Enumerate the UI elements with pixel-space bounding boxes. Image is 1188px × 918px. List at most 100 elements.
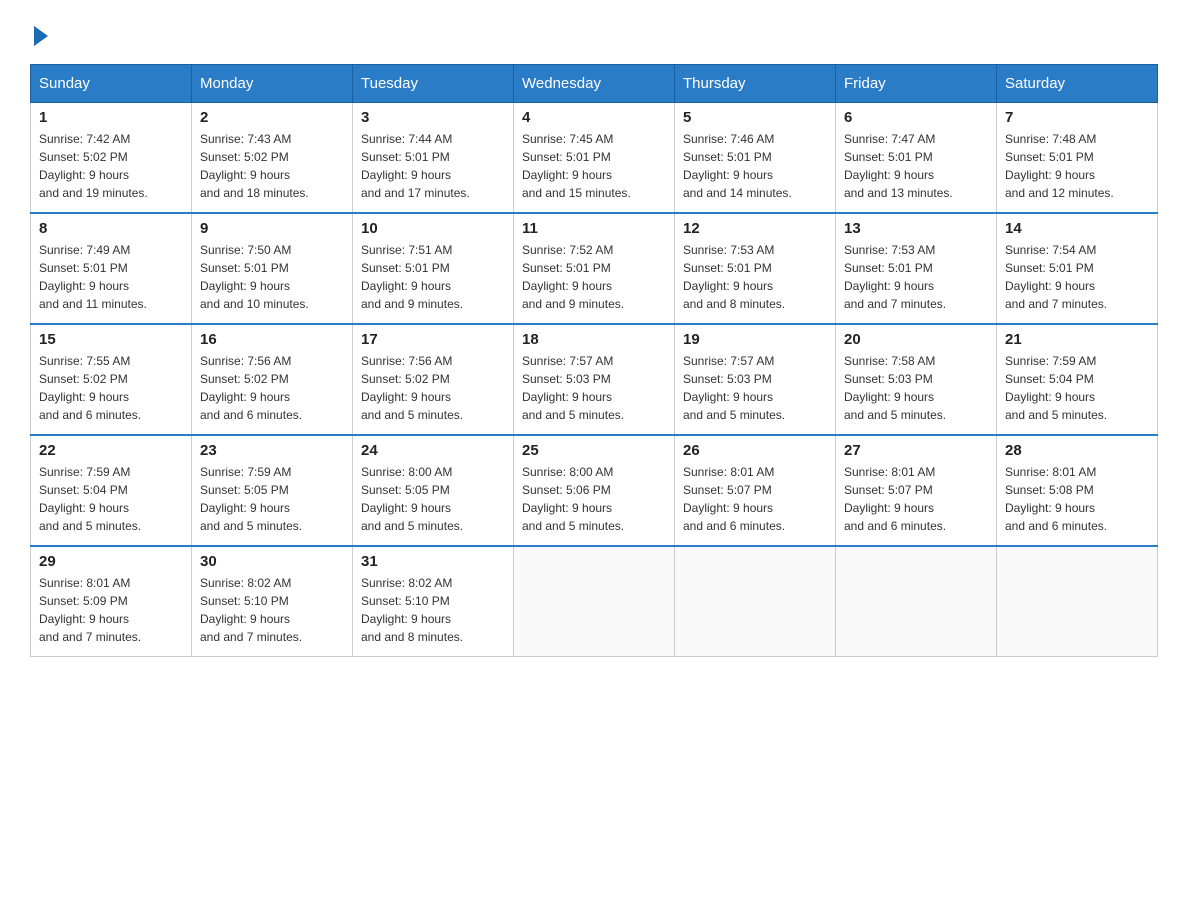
calendar-day-cell: 21 Sunrise: 7:59 AMSunset: 5:04 PMDayligh…	[997, 324, 1158, 435]
day-sun-info: Sunrise: 8:02 AMSunset: 5:10 PMDaylight:…	[200, 574, 344, 646]
day-number: 5	[683, 109, 827, 126]
calendar-day-cell: 18 Sunrise: 7:57 AMSunset: 5:03 PMDayligh…	[514, 324, 675, 435]
day-sun-info: Sunrise: 7:48 AMSunset: 5:01 PMDaylight:…	[1005, 130, 1149, 202]
weekday-header-friday: Friday	[836, 65, 997, 103]
day-sun-info: Sunrise: 7:57 AMSunset: 5:03 PMDaylight:…	[683, 352, 827, 424]
day-number: 18	[522, 331, 666, 348]
day-number: 22	[39, 442, 183, 459]
calendar-day-cell: 2Sunrise: 7:43 AMSunset: 5:02 PMDaylight…	[192, 103, 353, 214]
calendar-day-cell: 8 Sunrise: 7:49 AMSunset: 5:01 PMDaylight…	[31, 213, 192, 324]
calendar-day-cell: 17 Sunrise: 7:56 AMSunset: 5:02 PMDayligh…	[353, 324, 514, 435]
day-number: 30	[200, 553, 344, 570]
day-number: 21	[1005, 331, 1149, 348]
day-sun-info: Sunrise: 7:50 AMSunset: 5:01 PMDaylight:…	[200, 241, 344, 313]
day-number: 4	[522, 109, 666, 126]
day-sun-info: Sunrise: 8:01 AMSunset: 5:09 PMDaylight:…	[39, 574, 183, 646]
day-number: 9	[200, 220, 344, 237]
day-number: 28	[1005, 442, 1149, 459]
calendar-day-cell	[997, 546, 1158, 657]
calendar-day-cell: 11Sunrise: 7:52 AMSunset: 5:01 PMDayligh…	[514, 213, 675, 324]
day-sun-info: Sunrise: 7:53 AMSunset: 5:01 PMDaylight:…	[844, 241, 988, 313]
day-number: 17	[361, 331, 505, 348]
weekday-header-monday: Monday	[192, 65, 353, 103]
calendar-day-cell: 20Sunrise: 7:58 AMSunset: 5:03 PMDayligh…	[836, 324, 997, 435]
weekday-header-sunday: Sunday	[31, 65, 192, 103]
calendar-day-cell	[836, 546, 997, 657]
day-number: 25	[522, 442, 666, 459]
logo-arrow-icon	[34, 26, 48, 46]
day-sun-info: Sunrise: 7:59 AMSunset: 5:04 PMDaylight:…	[39, 463, 183, 535]
calendar-day-cell: 15Sunrise: 7:55 AMSunset: 5:02 PMDayligh…	[31, 324, 192, 435]
weekday-header-saturday: Saturday	[997, 65, 1158, 103]
day-sun-info: Sunrise: 8:01 AMSunset: 5:07 PMDaylight:…	[683, 463, 827, 535]
day-number: 31	[361, 553, 505, 570]
day-sun-info: Sunrise: 7:44 AMSunset: 5:01 PMDaylight:…	[361, 130, 505, 202]
calendar-day-cell: 12 Sunrise: 7:53 AMSunset: 5:01 PMDayligh…	[675, 213, 836, 324]
calendar-day-cell: 1 Sunrise: 7:42 AMSunset: 5:02 PMDaylight…	[31, 103, 192, 214]
calendar-week-row: 1 Sunrise: 7:42 AMSunset: 5:02 PMDaylight…	[31, 103, 1158, 214]
day-sun-info: Sunrise: 7:45 AMSunset: 5:01 PMDaylight:…	[522, 130, 666, 202]
calendar-table: SundayMondayTuesdayWednesdayThursdayFrid…	[30, 64, 1158, 657]
day-number: 7	[1005, 109, 1149, 126]
day-sun-info: Sunrise: 7:59 AMSunset: 5:05 PMDaylight:…	[200, 463, 344, 535]
calendar-day-cell: 23 Sunrise: 7:59 AMSunset: 5:05 PMDayligh…	[192, 435, 353, 546]
calendar-week-row: 29 Sunrise: 8:01 AMSunset: 5:09 PMDayligh…	[31, 546, 1158, 657]
day-sun-info: Sunrise: 7:59 AMSunset: 5:04 PMDaylight:…	[1005, 352, 1149, 424]
day-number: 3	[361, 109, 505, 126]
day-number: 24	[361, 442, 505, 459]
day-number: 2	[200, 109, 344, 126]
day-sun-info: Sunrise: 7:42 AMSunset: 5:02 PMDaylight:…	[39, 130, 183, 202]
calendar-day-cell: 16 Sunrise: 7:56 AMSunset: 5:02 PMDayligh…	[192, 324, 353, 435]
day-sun-info: Sunrise: 8:02 AMSunset: 5:10 PMDaylight:…	[361, 574, 505, 646]
calendar-day-cell	[514, 546, 675, 657]
day-number: 1	[39, 109, 183, 126]
calendar-day-cell: 7 Sunrise: 7:48 AMSunset: 5:01 PMDaylight…	[997, 103, 1158, 214]
day-number: 13	[844, 220, 988, 237]
day-sun-info: Sunrise: 8:00 AMSunset: 5:06 PMDaylight:…	[522, 463, 666, 535]
day-sun-info: Sunrise: 7:56 AMSunset: 5:02 PMDaylight:…	[200, 352, 344, 424]
calendar-day-cell: 10 Sunrise: 7:51 AMSunset: 5:01 PMDayligh…	[353, 213, 514, 324]
day-sun-info: Sunrise: 7:49 AMSunset: 5:01 PMDaylight:…	[39, 241, 183, 313]
page-header	[30, 20, 1158, 46]
day-number: 29	[39, 553, 183, 570]
calendar-day-cell: 14 Sunrise: 7:54 AMSunset: 5:01 PMDayligh…	[997, 213, 1158, 324]
day-number: 8	[39, 220, 183, 237]
calendar-day-cell: 3 Sunrise: 7:44 AMSunset: 5:01 PMDaylight…	[353, 103, 514, 214]
calendar-week-row: 22 Sunrise: 7:59 AMSunset: 5:04 PMDayligh…	[31, 435, 1158, 546]
day-number: 16	[200, 331, 344, 348]
calendar-day-cell: 30 Sunrise: 8:02 AMSunset: 5:10 PMDayligh…	[192, 546, 353, 657]
day-number: 19	[683, 331, 827, 348]
calendar-day-cell: 4 Sunrise: 7:45 AMSunset: 5:01 PMDaylight…	[514, 103, 675, 214]
day-sun-info: Sunrise: 7:47 AMSunset: 5:01 PMDaylight:…	[844, 130, 988, 202]
weekday-header-thursday: Thursday	[675, 65, 836, 103]
calendar-day-cell: 13 Sunrise: 7:53 AMSunset: 5:01 PMDayligh…	[836, 213, 997, 324]
day-sun-info: Sunrise: 7:54 AMSunset: 5:01 PMDaylight:…	[1005, 241, 1149, 313]
calendar-day-cell: 24 Sunrise: 8:00 AMSunset: 5:05 PMDayligh…	[353, 435, 514, 546]
day-sun-info: Sunrise: 7:53 AMSunset: 5:01 PMDaylight:…	[683, 241, 827, 313]
calendar-day-cell: 5Sunrise: 7:46 AMSunset: 5:01 PMDaylight…	[675, 103, 836, 214]
weekday-header-tuesday: Tuesday	[353, 65, 514, 103]
calendar-week-row: 8 Sunrise: 7:49 AMSunset: 5:01 PMDaylight…	[31, 213, 1158, 324]
day-sun-info: Sunrise: 7:51 AMSunset: 5:01 PMDaylight:…	[361, 241, 505, 313]
calendar-day-cell: 25 Sunrise: 8:00 AMSunset: 5:06 PMDayligh…	[514, 435, 675, 546]
day-sun-info: Sunrise: 7:56 AMSunset: 5:02 PMDaylight:…	[361, 352, 505, 424]
calendar-day-cell: 22 Sunrise: 7:59 AMSunset: 5:04 PMDayligh…	[31, 435, 192, 546]
day-sun-info: Sunrise: 7:57 AMSunset: 5:03 PMDaylight:…	[522, 352, 666, 424]
day-number: 26	[683, 442, 827, 459]
calendar-day-cell	[675, 546, 836, 657]
day-number: 23	[200, 442, 344, 459]
day-number: 10	[361, 220, 505, 237]
weekday-header-wednesday: Wednesday	[514, 65, 675, 103]
day-sun-info: Sunrise: 8:01 AMSunset: 5:07 PMDaylight:…	[844, 463, 988, 535]
calendar-day-cell: 27Sunrise: 8:01 AMSunset: 5:07 PMDayligh…	[836, 435, 997, 546]
day-number: 14	[1005, 220, 1149, 237]
day-number: 12	[683, 220, 827, 237]
calendar-day-cell: 31 Sunrise: 8:02 AMSunset: 5:10 PMDayligh…	[353, 546, 514, 657]
calendar-day-cell: 9 Sunrise: 7:50 AMSunset: 5:01 PMDaylight…	[192, 213, 353, 324]
calendar-week-row: 15Sunrise: 7:55 AMSunset: 5:02 PMDayligh…	[31, 324, 1158, 435]
day-number: 11	[522, 220, 666, 237]
day-sun-info: Sunrise: 8:00 AMSunset: 5:05 PMDaylight:…	[361, 463, 505, 535]
weekday-header-row: SundayMondayTuesdayWednesdayThursdayFrid…	[31, 65, 1158, 103]
calendar-day-cell: 19 Sunrise: 7:57 AMSunset: 5:03 PMDayligh…	[675, 324, 836, 435]
day-sun-info: Sunrise: 8:01 AMSunset: 5:08 PMDaylight:…	[1005, 463, 1149, 535]
